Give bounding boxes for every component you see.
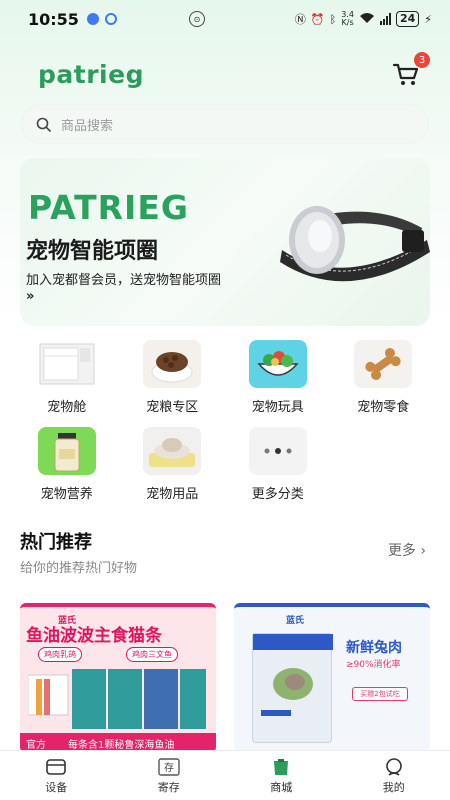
signal-icon [379, 13, 391, 25]
category-pet-food[interactable]: 宠粮专区 [120, 340, 226, 415]
category-pet-cabin[interactable]: 宠物舱 [14, 340, 120, 415]
section-subtitle: 给你的推荐热门好物 [20, 561, 138, 576]
nfc-icon: Ⓝ [294, 13, 306, 26]
rabbit-food-bag-image [252, 633, 333, 743]
nfc-mode-icon: ⊙ [188, 11, 205, 27]
product-tag: 鸡肉三文鱼 [126, 647, 178, 662]
product-footer-text: 每条含1颗秘鲁深海鱼油 [68, 739, 175, 751]
category-label: 宠物营养 [40, 487, 93, 502]
more-label: 更多 [387, 543, 416, 559]
tab-label: 商城 [270, 780, 293, 794]
app-logo: patrieg [38, 59, 144, 89]
banner-subtitle: 加入宠都督会员，送宠物智能项圈 [26, 273, 222, 288]
category-label: 宠物用品 [146, 487, 199, 502]
app-header: patrieg 3 [38, 52, 430, 96]
net-speed: 3.4 K/s [341, 11, 354, 27]
bottom-tab-bar: 设备 存 寄存 商城 我的 [0, 750, 450, 800]
search-placeholder: 商品搜索 [61, 118, 114, 134]
mall-icon [274, 758, 289, 775]
category-label: 宠粮专区 [146, 400, 199, 415]
tab-profile[interactable]: 我的 [338, 751, 450, 800]
search-bar[interactable]: 商品搜索 [22, 105, 428, 143]
category-grid: 宠物舱 宠粮专区 宠物玩具 宠物零食 宠物营养 宠物用品 更多分类 [14, 340, 436, 502]
more-link[interactable]: 更多 › [388, 540, 426, 560]
charging-icon: ⚡ [424, 12, 432, 26]
product-official-label: 官方 [26, 739, 46, 751]
category-more[interactable]: 更多分类 [225, 427, 331, 502]
section-title: 热门推荐 [20, 532, 92, 553]
status-right-icons: Ⓝ ⏰ ᛒ 3.4 K/s 24 ⚡ [295, 11, 432, 27]
category-pet-toy[interactable]: 宠物玩具 [225, 340, 331, 415]
tab-device[interactable]: 设备 [0, 751, 113, 800]
product-tag: 鸡肉乳鸽 [38, 647, 82, 662]
tab-label: 设备 [45, 780, 68, 794]
tab-mall[interactable]: 商城 [225, 751, 338, 800]
tab-label: 寄存 [157, 780, 180, 794]
tab-storage[interactable]: 存 寄存 [113, 751, 226, 800]
category-pet-supplies[interactable]: 宠物用品 [120, 427, 226, 502]
storage-icon: 存 [158, 757, 180, 776]
svg-text:存: 存 [164, 761, 174, 774]
notification-dot-icon [86, 13, 99, 25]
product-card[interactable]: 蓝氏 新鲜兔肉 ≥90%消化率 买赠2包试吃 [234, 603, 430, 753]
product-promo-badge: 买赠2包试吃 [352, 687, 408, 701]
chevron-right-icon: › [420, 543, 426, 559]
pet-food-icon [143, 340, 202, 388]
category-pet-nutrition[interactable]: 宠物营养 [14, 427, 120, 502]
pet-snack-icon [354, 340, 413, 388]
pet-toy-icon [248, 340, 307, 388]
battery-indicator: 24 [395, 11, 420, 27]
banner-title: 宠物智能项圈 [26, 239, 159, 264]
net-speed-unit: K/s [341, 18, 354, 27]
notification-ring-icon [104, 13, 117, 25]
category-label: 更多分类 [251, 487, 304, 502]
device-icon [46, 758, 67, 775]
product-brand: 蓝氏 [286, 616, 305, 626]
smart-collar-image [280, 206, 430, 282]
status-time: 10:55 [28, 9, 79, 29]
alarm-icon: ⏰ [310, 12, 325, 26]
banner-arrow: » [26, 289, 35, 304]
pet-supplies-icon [143, 427, 202, 475]
cart-button[interactable]: 3 [392, 52, 430, 88]
more-dots-icon [248, 427, 307, 475]
status-bar: 10:55 ⊙ Ⓝ ⏰ ᛒ 3.4 K/s 24 ⚡ [0, 0, 450, 38]
product-card[interactable]: 蓝氏 鱼油波波主食猫条 鸡肉乳鸽 鸡肉三文鱼 官方 每条含1颗秘鲁深海鱼油 [20, 603, 216, 753]
search-icon [36, 117, 51, 132]
tab-label: 我的 [382, 780, 405, 794]
product-subtitle: ≥90%消化率 [346, 660, 401, 670]
pet-cabin-icon [38, 340, 96, 388]
product-title: 新鲜兔肉 [346, 640, 402, 656]
cart-badge: 3 [414, 52, 430, 68]
promo-banner[interactable]: PATRIEG 宠物智能项圈 加入宠都督会员，送宠物智能项圈 » [20, 158, 430, 326]
category-pet-snack[interactable]: 宠物零食 [331, 340, 437, 415]
status-notification-icons [86, 13, 117, 25]
pet-nutrition-icon [37, 427, 96, 475]
bluetooth-icon: ᛒ [329, 12, 337, 26]
wifi-icon [359, 12, 375, 27]
category-label: 宠物玩具 [251, 400, 304, 415]
profile-icon [385, 757, 402, 776]
cat-treat-sticks-image [28, 669, 206, 729]
category-label: 宠物零食 [357, 400, 410, 415]
banner-brand: PATRIEG [28, 188, 189, 227]
category-label: 宠物舱 [47, 400, 87, 415]
product-title: 鱼油波波主食猫条 [26, 626, 162, 646]
